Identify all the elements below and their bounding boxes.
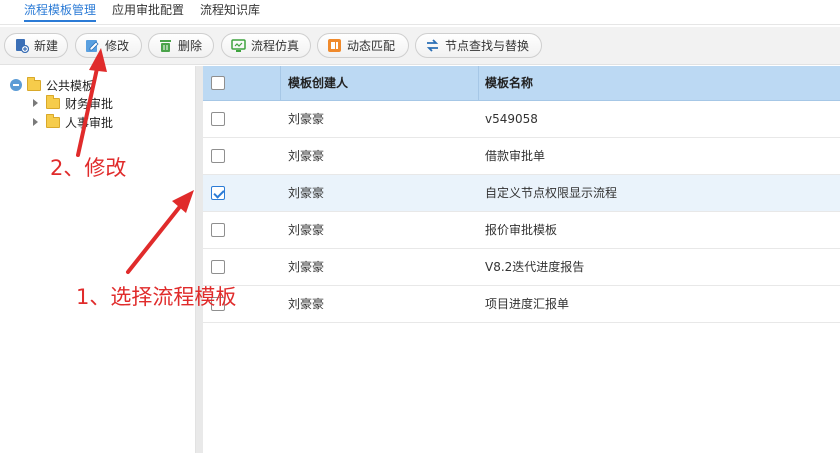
find-replace-button-label: 节点查找与替换	[445, 39, 530, 53]
table-row[interactable]: 刘豪豪 V8.2迭代进度报告	[203, 249, 840, 286]
simulate-button-label: 流程仿真	[251, 39, 300, 53]
column-header-creator[interactable]: 模板创建人	[288, 66, 348, 101]
folder-icon	[46, 94, 60, 109]
tree-node-hr-approval[interactable]: 人事审批	[33, 113, 114, 130]
tab-app-approval-config[interactable]: 应用审批配置	[112, 2, 184, 22]
grid-header: 模板创建人 模板名称	[203, 66, 840, 101]
dynamic-match-icon	[327, 38, 342, 53]
creator-cell: 刘豪豪	[288, 112, 325, 126]
tree-node-finance-approval[interactable]: 财务审批	[33, 94, 114, 111]
column-header-name[interactable]: 模板名称	[485, 66, 533, 101]
table-row[interactable]: 刘豪豪 v549058	[203, 101, 840, 138]
table-row-selected[interactable]: 刘豪豪 自定义节点权限显示流程	[203, 175, 840, 212]
template-category-tree: 公共模板 财务审批 人事审批	[0, 66, 196, 453]
select-all-checkbox[interactable]	[211, 76, 225, 90]
expand-arrow-icon[interactable]	[33, 99, 38, 107]
find-replace-button[interactable]: 节点查找与替换	[415, 33, 542, 58]
template-name-cell: V8.2迭代进度报告	[485, 260, 585, 274]
creator-cell: 刘豪豪	[288, 223, 325, 237]
panel-splitter[interactable]	[196, 66, 203, 453]
annotation-step-2: 2、修改	[50, 156, 127, 180]
folder-icon	[46, 113, 60, 128]
folder-icon	[27, 76, 41, 91]
new-document-icon	[14, 38, 30, 54]
tree-node-label: 人事审批	[65, 115, 114, 130]
tab-template-management[interactable]: 流程模板管理	[24, 2, 97, 22]
row-checkbox[interactable]	[211, 112, 225, 126]
collapse-icon[interactable]	[10, 79, 22, 91]
top-tab-bar: 流程模板管理 应用审批配置 流程知识库	[0, 0, 840, 26]
table-row[interactable]: 刘豪豪 报价审批模板	[203, 212, 840, 249]
edit-button[interactable]: 修改	[75, 33, 142, 58]
row-checkbox[interactable]	[211, 260, 225, 274]
row-checkbox[interactable]	[211, 149, 225, 163]
tab-knowledge-base[interactable]: 流程知识库	[200, 2, 260, 22]
template-grid: 模板创建人 模板名称 刘豪豪 v549058 刘豪豪 借款审批单 刘豪豪 自定义…	[203, 66, 840, 453]
tree-node-label: 财务审批	[65, 96, 114, 111]
table-row[interactable]: 刘豪豪 借款审批单	[203, 138, 840, 175]
dynamic-match-button[interactable]: 动态匹配	[317, 33, 409, 58]
column-divider	[280, 66, 281, 101]
dynamic-match-button-label: 动态匹配	[347, 39, 396, 53]
template-name-cell: 项目进度汇报单	[485, 297, 570, 311]
tree-node-label: 公共模板	[46, 78, 95, 93]
expand-arrow-icon[interactable]	[33, 118, 38, 126]
tree-node-public-templates[interactable]: 公共模板	[10, 76, 95, 93]
table-row[interactable]: 刘豪豪 项目进度汇报单	[203, 286, 840, 323]
delete-button-label: 删除	[178, 39, 203, 53]
toolbar: 新建 修改 删除 流程仿真 动态匹配 节点查找与替换	[0, 27, 840, 65]
creator-cell: 刘豪豪	[288, 186, 325, 200]
delete-button[interactable]: 删除	[148, 33, 214, 58]
tab-divider	[0, 24, 840, 25]
simulate-button[interactable]: 流程仿真	[221, 33, 311, 58]
template-name-cell: 报价审批模板	[485, 223, 558, 237]
template-name-cell: 借款审批单	[485, 149, 546, 163]
column-divider	[478, 66, 479, 101]
edit-icon	[85, 38, 100, 53]
new-button[interactable]: 新建	[4, 33, 68, 58]
row-checkbox-checked[interactable]	[211, 186, 225, 200]
annotation-step-1: 1、选择流程模板	[76, 285, 237, 309]
new-button-label: 新建	[34, 39, 59, 53]
swap-arrows-icon	[425, 38, 440, 53]
trash-icon	[158, 38, 173, 53]
creator-cell: 刘豪豪	[288, 149, 325, 163]
creator-cell: 刘豪豪	[288, 260, 325, 274]
row-checkbox[interactable]	[211, 223, 225, 237]
monitor-icon	[231, 38, 246, 53]
template-name-cell: 自定义节点权限显示流程	[485, 186, 618, 200]
creator-cell: 刘豪豪	[288, 297, 325, 311]
edit-button-label: 修改	[105, 39, 130, 53]
template-name-cell: v549058	[485, 112, 538, 126]
